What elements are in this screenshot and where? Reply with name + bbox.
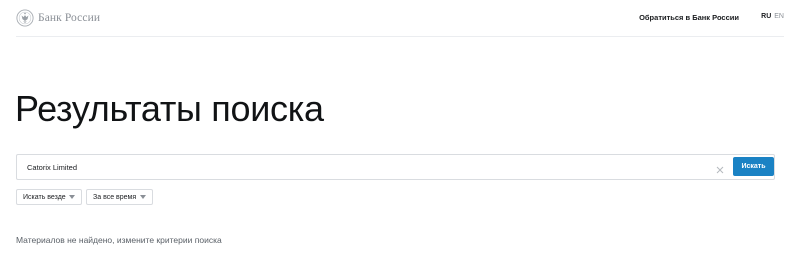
search-box: Искать bbox=[16, 154, 775, 180]
contact-bank-link[interactable]: Обратиться в Банк России bbox=[639, 13, 739, 22]
page: Банк России Обратиться в Банк России RU E… bbox=[0, 0, 800, 275]
time-period-value: За все время bbox=[93, 193, 137, 201]
time-period-select[interactable]: За все время bbox=[86, 189, 153, 205]
site-header: Банк России Обратиться в Банк России RU E… bbox=[16, 0, 784, 37]
chevron-down-icon bbox=[69, 195, 75, 199]
lang-en-option[interactable]: EN bbox=[774, 13, 784, 20]
page-title: Результаты поиска bbox=[15, 88, 324, 129]
lang-ru-option[interactable]: RU bbox=[761, 13, 771, 20]
no-results-message: Материалов не найдено, измените критерии… bbox=[16, 235, 222, 245]
chevron-down-icon bbox=[140, 195, 146, 199]
bank-emblem-icon bbox=[16, 9, 34, 27]
language-switcher: RU EN bbox=[761, 13, 784, 20]
search-input[interactable] bbox=[27, 155, 707, 179]
search-scope-select[interactable]: Искать везде bbox=[16, 189, 82, 205]
search-button[interactable]: Искать bbox=[733, 157, 774, 176]
logo-text: Банк России bbox=[38, 12, 101, 24]
search-scope-value: Искать везде bbox=[23, 193, 66, 201]
logo-link[interactable]: Банк России bbox=[16, 9, 100, 27]
close-icon bbox=[716, 166, 724, 174]
clear-search-button[interactable] bbox=[715, 162, 725, 174]
